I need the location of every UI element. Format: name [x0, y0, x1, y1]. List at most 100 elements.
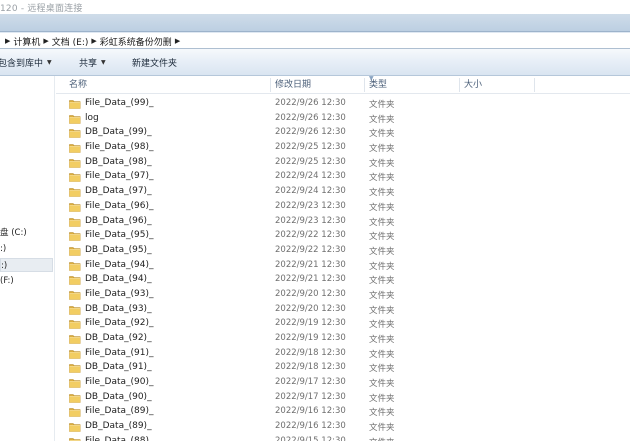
file-modified-date: 2022/9/21 12:30: [275, 274, 346, 285]
include-in-library-button[interactable]: 包含到库中 ▼: [0, 49, 52, 76]
file-name: File_Data_(98)_: [85, 142, 154, 153]
folder-icon: [69, 393, 81, 403]
folder-icon: [69, 261, 81, 271]
file-modified-date: 2022/9/22 12:30: [275, 244, 346, 255]
file-row[interactable]: log 2022/9/26 12:30 文件夹: [56, 112, 630, 127]
folder-icon: [69, 422, 81, 432]
file-row[interactable]: DB_Data_(93)_ 2022/9/20 12:30 文件夹: [56, 303, 630, 318]
navigation-pane[interactable]: 盘 (C:) :) :) (F:): [0, 76, 55, 441]
file-modified-date: 2022/9/24 12:30: [275, 171, 346, 182]
file-modified-date: 2022/9/17 12:30: [275, 391, 346, 402]
file-modified-date: 2022/9/16 12:30: [275, 406, 346, 417]
file-type: 文件夹: [369, 173, 395, 184]
file-name: DB_Data_(94)_: [85, 274, 152, 285]
file-name: File_Data_(90)_: [85, 377, 154, 388]
file-row[interactable]: File_Data_(90)_ 2022/9/17 12:30 文件夹: [56, 376, 630, 391]
new-folder-button[interactable]: 新建文件夹: [132, 49, 177, 76]
column-divider[interactable]: [364, 78, 365, 92]
file-row[interactable]: File_Data_(93)_ 2022/9/20 12:30 文件夹: [56, 288, 630, 303]
file-row[interactable]: DB_Data_(91)_ 2022/9/18 12:30 文件夹: [56, 361, 630, 376]
column-divider[interactable]: [270, 78, 271, 92]
file-modified-date: 2022/9/24 12:30: [275, 186, 346, 197]
file-row[interactable]: File_Data_(94)_ 2022/9/21 12:30 文件夹: [56, 259, 630, 274]
breadcrumb-arrow-icon[interactable]: ▶: [5, 37, 10, 45]
file-row[interactable]: File_Data_(92)_ 2022/9/19 12:30 文件夹: [56, 317, 630, 332]
file-list: File_Data_(99)_ 2022/9/26 12:30 文件夹 log 2022…: [56, 97, 630, 441]
file-modified-date: 2022/9/25 12:30: [275, 156, 346, 167]
share-button[interactable]: 共享 ▼: [79, 49, 106, 76]
column-header-name[interactable]: 名称: [69, 76, 87, 94]
breadcrumb-backup-folder[interactable]: 彩虹系统备份勿删: [100, 35, 172, 48]
command-bar: 包含到库中 ▼ 共享 ▼ 新建文件夹: [0, 49, 630, 76]
column-header-modified[interactable]: 修改日期: [275, 76, 311, 94]
window-title: 120 - 远程桌面连接: [0, 4, 83, 14]
breadcrumb-arrow-icon[interactable]: ▶: [91, 37, 96, 45]
chevron-down-icon: ▼: [47, 59, 52, 66]
file-row[interactable]: File_Data_(98)_ 2022/9/25 12:30 文件夹: [56, 141, 630, 156]
file-name: File_Data_(95)_: [85, 230, 154, 241]
breadcrumb-arrow-icon[interactable]: ▶: [175, 37, 180, 45]
file-type: 文件夹: [369, 217, 395, 228]
file-type: 文件夹: [369, 188, 395, 199]
column-header-size[interactable]: 大小: [464, 76, 482, 94]
file-row[interactable]: DB_Data_(96)_ 2022/9/23 12:30 文件夹: [56, 215, 630, 230]
nav-drive-c[interactable]: 盘 (C:): [0, 226, 53, 240]
file-type: 文件夹: [369, 335, 395, 345]
file-modified-date: 2022/9/19 12:30: [275, 318, 346, 329]
file-row[interactable]: File_Data_(91)_ 2022/9/18 12:30 文件夹: [56, 347, 630, 362]
file-row[interactable]: File_Data_(99)_ 2022/9/26 12:30 文件夹: [56, 97, 630, 112]
file-type: 文件夹: [369, 408, 395, 419]
file-name: DB_Data_(97)_: [85, 186, 152, 197]
file-name: File_Data_(93)_: [85, 288, 154, 299]
file-modified-date: 2022/9/18 12:30: [275, 347, 346, 358]
nav-drive-e[interactable]: :): [0, 258, 53, 272]
file-name: log: [85, 112, 99, 123]
folder-icon: [69, 363, 81, 374]
file-row[interactable]: DB_Data_(89)_ 2022/9/16 12:30 文件夹: [56, 420, 630, 435]
file-modified-date: 2022/9/15 12:30: [275, 435, 346, 441]
address-bar[interactable]: ▶ 计算机 ▶ 文档 (E:) ▶ 彩虹系统备份勿删 ▶: [0, 32, 630, 49]
file-modified-date: 2022/9/20 12:30: [275, 303, 346, 314]
breadcrumb-drive-e[interactable]: 文档 (E:): [52, 35, 89, 48]
column-header-row: ▼ 名称 修改日期 类型 大小: [56, 75, 630, 94]
include-in-library-label: 包含到库中: [0, 59, 44, 69]
folder-icon: [69, 231, 81, 241]
file-row[interactable]: File_Data_(97)_ 2022/9/24 12:30 文件夹: [56, 170, 630, 185]
file-type: 文件夹: [369, 158, 395, 169]
file-row[interactable]: File_Data_(96)_ 2022/9/23 12:30 文件夹: [56, 200, 630, 215]
window-frame: [0, 14, 630, 32]
file-type: 文件夹: [369, 436, 395, 441]
file-type: 文件夹: [369, 232, 395, 243]
file-type: 文件夹: [369, 261, 395, 272]
folder-icon: [69, 305, 81, 315]
file-name: DB_Data_(95)_: [85, 244, 152, 255]
nav-drive-d[interactable]: :): [0, 242, 53, 256]
nav-drive-f[interactable]: (F:): [0, 274, 53, 288]
file-name: File_Data_(99)_: [85, 98, 154, 108]
file-row[interactable]: DB_Data_(92)_ 2022/9/19 12:30 文件夹: [56, 332, 630, 347]
file-row[interactable]: File_Data_(89)_ 2022/9/16 12:30 文件夹: [56, 405, 630, 420]
file-modified-date: 2022/9/18 12:30: [275, 362, 346, 373]
column-header-type[interactable]: 类型: [369, 76, 387, 94]
file-name: File_Data_(88)_: [85, 435, 154, 441]
folder-icon: [69, 246, 81, 256]
file-row[interactable]: File_Data_(95)_ 2022/9/22 12:30 文件夹: [56, 229, 630, 244]
file-row[interactable]: DB_Data_(90)_ 2022/9/17 12:30 文件夹: [56, 391, 630, 406]
chevron-down-icon: ▼: [101, 59, 106, 66]
column-divider[interactable]: [534, 78, 535, 92]
file-row[interactable]: DB_Data_(95)_ 2022/9/22 12:30 文件夹: [56, 244, 630, 259]
file-row[interactable]: DB_Data_(94)_ 2022/9/21 12:30 文件夹: [56, 273, 630, 288]
folder-icon: [69, 437, 81, 441]
breadcrumb-arrow-icon[interactable]: ▶: [43, 37, 48, 45]
file-row[interactable]: DB_Data_(99)_ 2022/9/26 12:30 文件夹: [56, 126, 630, 141]
file-row[interactable]: File_Data_(88)_ 2022/9/15 12:30 文件夹: [56, 435, 630, 441]
file-row[interactable]: DB_Data_(97)_ 2022/9/24 12:30 文件夹: [56, 185, 630, 200]
new-folder-label: 新建文件夹: [132, 59, 178, 69]
folder-icon: [69, 172, 81, 183]
file-modified-date: 2022/9/25 12:30: [275, 142, 346, 153]
column-divider[interactable]: [459, 78, 460, 92]
breadcrumb-computer[interactable]: 计算机: [13, 35, 40, 48]
file-type: 文件夹: [369, 393, 395, 404]
file-row[interactable]: DB_Data_(98)_ 2022/9/25 12:30 文件夹: [56, 156, 630, 171]
file-type: 文件夹: [369, 379, 395, 390]
